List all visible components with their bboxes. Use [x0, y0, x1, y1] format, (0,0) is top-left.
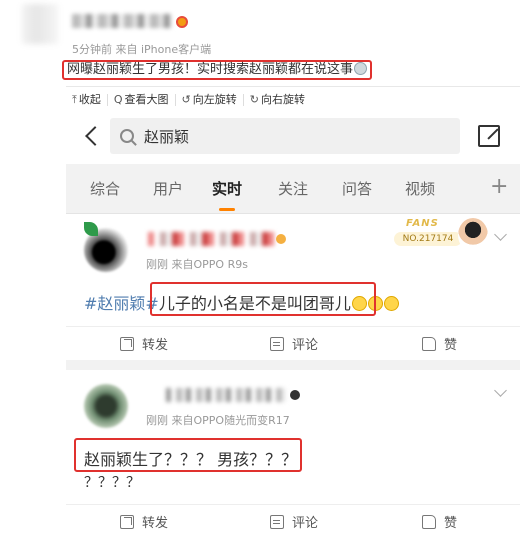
vip-badge-icon — [276, 234, 286, 244]
collapse-button[interactable]: ⤒ 收起 — [66, 92, 108, 106]
highlight-box — [150, 282, 376, 316]
comment-button[interactable]: 评论 — [270, 512, 318, 531]
blurred-username[interactable] — [72, 14, 172, 28]
rotate-right-icon: ↻ — [249, 92, 259, 106]
tab-realtime[interactable]: 实时 — [212, 178, 242, 199]
blurred-username[interactable] — [148, 232, 274, 246]
result-card: 刚刚 来自OPPO R9s FANS NO.217174 #赵丽颖#儿子的小名是… — [66, 214, 520, 360]
share-icon — [120, 514, 134, 529]
embedded-screenshot: 赵丽颖 综合 用户 实时 关注 问答 视频 + 刚刚 来自OPPO R9s FA… — [66, 112, 520, 538]
share-icon — [120, 336, 134, 351]
view-large-label: 查看大图 — [124, 92, 169, 106]
panda-badge-icon — [290, 390, 300, 400]
post-meta: 5分钟前 来自 iPhone客户端 — [72, 43, 212, 56]
search-tabs: 综合 用户 实时 关注 问答 视频 + — [66, 164, 520, 214]
back-arrow-icon[interactable] — [82, 124, 102, 148]
fans-avatar-icon — [458, 218, 488, 252]
search-query: 赵丽颖 — [144, 127, 190, 146]
search-bar: 赵丽颖 — [66, 112, 520, 160]
rotate-right-label: 向右旋转 — [260, 92, 305, 106]
tab-comprehensive[interactable]: 综合 — [90, 178, 120, 199]
zoom-icon: Q — [113, 92, 123, 106]
fans-badge: FANS NO.217174 — [388, 218, 488, 260]
add-tab-icon[interactable]: + — [490, 176, 508, 198]
comment-label: 评论 — [292, 516, 319, 531]
avatar[interactable] — [84, 384, 128, 428]
blurred-username[interactable] — [166, 388, 286, 402]
fans-number: NO.217174 — [394, 232, 462, 246]
tab-video[interactable]: 视频 — [405, 178, 435, 199]
tab-following[interactable]: 关注 — [278, 178, 308, 199]
collapse-label: 收起 — [78, 92, 101, 106]
chevron-down-icon[interactable] — [494, 228, 507, 241]
comment-icon — [270, 336, 284, 351]
like-icon — [422, 514, 436, 529]
hashtag-link[interactable]: #赵丽颖# — [84, 294, 159, 313]
comment-label: 评论 — [292, 338, 319, 353]
search-icon — [120, 129, 134, 143]
laughing-emoji-icon — [383, 296, 399, 311]
compose-icon[interactable] — [478, 125, 500, 147]
fans-title: FANS — [406, 218, 439, 229]
share-label: 转发 — [142, 516, 169, 531]
action-bar: 转发 评论 赞 — [66, 506, 520, 536]
leaf-badge-icon — [84, 222, 98, 236]
action-bar: 转发 评论 赞 — [66, 328, 520, 358]
like-label: 赞 — [444, 338, 458, 353]
tab-users[interactable]: 用户 — [153, 178, 183, 199]
share-button[interactable]: 转发 — [120, 334, 168, 353]
divider — [66, 326, 520, 327]
result-meta: 刚刚 来自OPPO R9s — [146, 258, 248, 271]
share-label: 转发 — [142, 338, 169, 353]
like-icon — [422, 336, 436, 351]
view-large-button[interactable]: Q 查看大图 — [108, 92, 176, 106]
chevron-down-icon[interactable] — [494, 384, 507, 397]
result-meta: 刚刚 来自OPPO随光而变R17 — [146, 414, 290, 427]
comment-icon — [270, 514, 284, 529]
blurred-avatar[interactable] — [22, 4, 58, 44]
post-header: 5分钟前 来自 iPhone客户端 — [0, 0, 520, 60]
vip-badge-icon — [176, 16, 188, 28]
tab-qa[interactable]: 问答 — [342, 178, 372, 199]
post-text-content: 网曝赵丽颖生了男孩！实时搜索赵丽颖都在说这事 — [67, 62, 354, 77]
collapse-icon: ⤒ — [72, 92, 77, 106]
result-text-line2: ？？？？ — [84, 475, 140, 491]
highlight-box — [74, 438, 302, 472]
post-text: 网曝赵丽颖生了男孩！实时搜索赵丽颖都在说这事 — [62, 60, 373, 80]
thinking-face-icon — [354, 62, 368, 75]
share-button[interactable]: 转发 — [120, 512, 168, 531]
like-button[interactable]: 赞 — [422, 334, 457, 353]
search-input[interactable]: 赵丽颖 — [110, 118, 460, 154]
active-tab-indicator — [219, 208, 235, 211]
like-label: 赞 — [444, 516, 458, 531]
rotate-left-button[interactable]: ↺ 向左旋转 — [176, 92, 244, 106]
like-button[interactable]: 赞 — [422, 512, 457, 531]
image-toolbar: ⤒ 收起 Q 查看大图 ↺ 向左旋转 ↻ 向右旋转 — [66, 86, 520, 112]
comment-button[interactable]: 评论 — [270, 334, 318, 353]
result-card: 刚刚 来自OPPO随光而变R17 赵丽颖生了？？？ 男孩？？？ ？？？？ 转发 … — [66, 370, 520, 538]
rotate-left-label: 向左旋转 — [192, 92, 237, 106]
rotate-left-icon: ↺ — [181, 92, 191, 106]
rotate-right-button[interactable]: ↻ 向右旋转 — [244, 92, 311, 106]
divider — [66, 504, 520, 505]
card-separator — [66, 360, 520, 370]
